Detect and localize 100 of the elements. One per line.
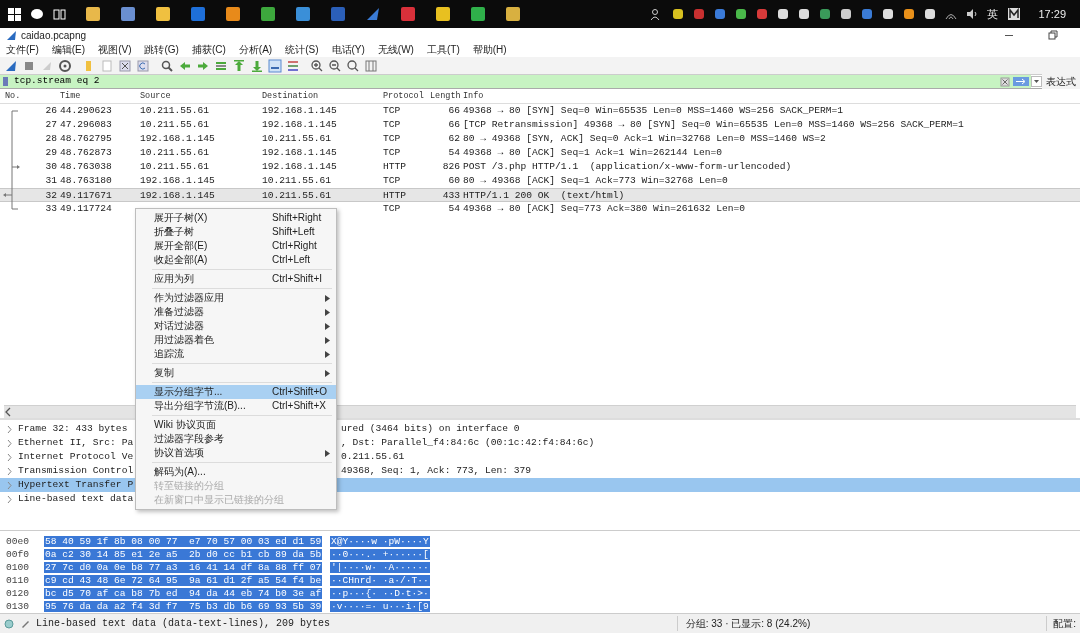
menu-item[interactable]: 无线(W) (377, 42, 414, 57)
volume-icon[interactable] (966, 8, 979, 20)
expression-button[interactable]: 表达式 (1042, 74, 1080, 89)
context-menu-item[interactable]: 收起全部(A) Ctrl+Left (136, 253, 336, 267)
context-menu-item[interactable]: 显示分组字节... Ctrl+Shift+O (136, 385, 336, 399)
shark-fin-icon[interactable] (365, 6, 381, 22)
filter-field[interactable]: tcp.stream eq 2 (11, 75, 999, 88)
app-icon[interactable] (505, 6, 521, 22)
context-menu-item[interactable]: 过滤器字段参考 (136, 432, 336, 446)
tray-icon[interactable] (735, 8, 748, 20)
menu-item[interactable]: 分析(A) (238, 42, 273, 57)
menu-item[interactable]: 跳转(G) (144, 42, 179, 57)
hex-bytes[interactable]: 58 40 59 1f 8b 08 00 77 e7 70 57 00 03 ed d1 59 (44, 536, 323, 547)
context-menu-item[interactable]: 准备过滤器 (136, 305, 336, 319)
context-menu-item[interactable]: 应用为列 Ctrl+Shift+I (136, 272, 336, 286)
context-menu-item[interactable]: 作为过滤器应用 (136, 291, 336, 305)
reload-icon[interactable] (136, 58, 150, 73)
tray-icon[interactable] (777, 8, 790, 20)
magnifier-icon[interactable] (160, 58, 174, 73)
context-menu-item[interactable]: 协议首选项 (136, 446, 336, 460)
ascii-bytes[interactable]: '|····w· ·A······ (330, 562, 430, 573)
column-header[interactable]: Destination (262, 89, 383, 103)
column-header[interactable]: Info (463, 89, 484, 103)
context-menu-item[interactable]: 展开全部(E) Ctrl+Right (136, 239, 336, 253)
column-header[interactable]: Source (140, 89, 262, 103)
tray-icon[interactable] (924, 8, 937, 20)
context-menu-item[interactable]: 对话过滤器 (136, 319, 336, 333)
clear-icon[interactable] (999, 75, 1011, 88)
chevron-right-icon[interactable] (6, 494, 13, 504)
pencil-icon[interactable] (20, 618, 30, 629)
ascii-bytes[interactable]: X@Y····w ·pW····Y (330, 536, 430, 547)
packet-row[interactable]: 32 49.117671 192.168.1.145 10.211.55.61 HTTP 433 HTTP/1.1 200 OK (text/html) (0, 188, 1080, 202)
tray-icon[interactable] (903, 8, 916, 20)
app-icon[interactable] (435, 6, 451, 22)
zoom-in-icon[interactable] (310, 58, 324, 73)
context-menu-item[interactable]: 导出分组字节流(B)... Ctrl+Shift+X (136, 399, 336, 413)
tray-icon[interactable] (798, 8, 811, 20)
hex-bytes[interactable]: bc d5 70 af ca b8 7b ed 94 da 44 eb 74 b0 3e af (44, 588, 323, 599)
profile-label[interactable]: 配置: (1046, 616, 1076, 631)
menu-item[interactable]: 帮助(H) (472, 42, 507, 57)
menu-item[interactable]: 编辑(E) (51, 42, 86, 57)
ascii-bytes[interactable]: ··0···.· +······[ (330, 549, 430, 560)
zoom-out-icon[interactable] (328, 58, 342, 73)
context-menu-item[interactable]: Wiki 协议页面 (136, 418, 336, 432)
menu-item[interactable]: 捕获(C) (191, 42, 226, 57)
context-menu-item[interactable]: 用过滤器着色 (136, 333, 336, 347)
close-file-icon[interactable] (118, 58, 132, 73)
packet-row[interactable]: 26 44.290623 10.211.55.61 192.168.1.145 TCP 66 49368 → 80 [SYN] Seq=0 Win=65535 Len=0 MSS=1460 WS=256 SACK_PERM=1 (0, 104, 1080, 118)
app-icon[interactable] (225, 6, 241, 22)
menu-item[interactable]: 统计(S) (285, 42, 319, 57)
app-icon[interactable] (260, 6, 276, 22)
column-header[interactable]: Length (430, 89, 463, 103)
context-menu-item[interactable]: 复制 (136, 366, 336, 380)
column-header[interactable]: Protocol (383, 89, 430, 103)
context-menu-item[interactable]: 折叠子树 Shift+Left (136, 225, 336, 239)
menu-item[interactable]: 文件(F) (6, 42, 39, 57)
column-header[interactable]: No. (0, 89, 57, 103)
packet-row[interactable]: 30 48.763038 10.211.55.61 192.168.1.145 HTTP 826 POST /3.php HTTP/1.1 (application/x-www-form-urlencoded) (0, 160, 1080, 174)
gear-icon[interactable] (58, 58, 72, 73)
app-icon[interactable] (470, 6, 486, 22)
ascii-bytes[interactable]: ·v····=· u···i·[9 (330, 601, 430, 612)
app-icon[interactable] (155, 6, 171, 22)
context-menu-item[interactable]: 解码为(A)... (136, 465, 336, 479)
bookmark-icon[interactable] (0, 75, 11, 88)
hex-bytes[interactable]: 27 7c d0 0a 0e b8 77 a3 16 41 14 df 8a 88 ff 07 (44, 562, 323, 573)
ascii-bytes[interactable]: ··p···{· ··D·t·>· (330, 588, 430, 599)
chevron-right-icon[interactable] (6, 438, 13, 448)
dropdown-caret-icon[interactable] (1031, 75, 1042, 88)
menu-item[interactable]: 视图(V) (98, 42, 132, 57)
chevron-right-icon[interactable] (6, 424, 13, 434)
menu-item[interactable]: 电话(Y) (331, 42, 365, 57)
resize-columns-icon[interactable] (364, 58, 378, 73)
tray-icon[interactable] (882, 8, 895, 20)
arrow-up-icon[interactable] (232, 58, 246, 73)
tray-icon[interactable] (840, 8, 853, 20)
packet-row[interactable]: 31 48.763180 192.168.1.145 10.211.55.61 TCP 60 80 → 49368 [ACK] Seq=1 Ack=773 Win=32768 Len=0 (0, 174, 1080, 188)
zoom-reset-icon[interactable] (346, 58, 360, 73)
restore-icon[interactable] (1048, 30, 1058, 40)
start-icon[interactable] (8, 7, 21, 21)
tray-icon[interactable] (672, 8, 685, 20)
hex-bytes[interactable]: 0a c2 30 14 85 e1 2e a5 2b d0 cc b1 cb 89 da 5b (44, 549, 323, 560)
context-menu-item[interactable]: 追踪流 (136, 347, 336, 361)
hex-bytes[interactable]: 95 76 da da a2 f4 3d f7 75 b3 db b6 69 93 5b 39 (44, 601, 323, 612)
app-icon[interactable] (85, 6, 101, 22)
input-method-indicator[interactable]: 英 (987, 5, 999, 23)
packet-row[interactable]: 28 48.762795 192.168.1.145 10.211.55.61 TCP 62 80 → 49368 [SYN, ACK] Seq=0 Ack=1 Win=32768 Len=0 MSS=1460 WS=2 (0, 132, 1080, 146)
chevron-right-icon[interactable] (6, 466, 13, 476)
autoscroll-icon[interactable] (268, 58, 282, 73)
packet-row[interactable]: 29 48.762873 10.211.55.61 192.168.1.145 TCP 54 49368 → 80 [ACK] Seq=1 Ack=1 Win=262144 Len=0 (0, 146, 1080, 160)
clock[interactable]: 17:29 (1038, 5, 1066, 23)
ascii-bytes[interactable]: ··CHnrd· ·a·/·T·· (330, 575, 430, 586)
context-menu-item[interactable]: 展开子树(X) Shift+Right (136, 211, 336, 225)
menu-item[interactable]: 工具(T) (426, 42, 460, 57)
hex-bytes[interactable]: c9 cd 43 48 6e 72 64 95 9a 61 d1 2f a5 54 f4 be (44, 575, 323, 586)
packet-row[interactable]: 27 47.296083 10.211.55.61 192.168.1.145 TCP 66 [TCP Retransmission] 49368 → 80 [SYN] Seq=0 Win=65535 Len=0 MSS=1460 WS=256 SACK_PERM=1 (0, 118, 1080, 132)
app-icon[interactable] (120, 6, 136, 22)
column-header[interactable]: Time (57, 89, 140, 103)
arrow-down-icon[interactable] (250, 58, 264, 73)
scroll-left-icon[interactable] (4, 407, 12, 417)
app-icon[interactable] (295, 6, 311, 22)
